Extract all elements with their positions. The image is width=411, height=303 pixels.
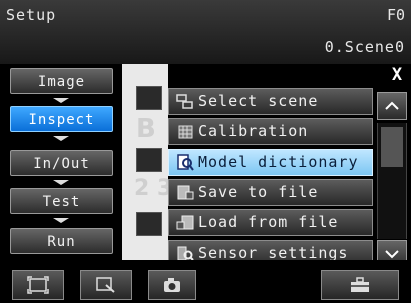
nav-run-button[interactable]: Run: [10, 228, 113, 254]
nav-inspect-button[interactable]: Inspect: [10, 106, 113, 132]
screen-title: Setup: [6, 6, 57, 24]
menu-item-label: Select scene: [198, 92, 319, 110]
toolbox-icon: [351, 277, 369, 292]
calibration-icon: [178, 125, 193, 139]
list-icon[interactable]: [136, 148, 162, 172]
background-label: B: [136, 114, 156, 144]
menu-item-label: Calibration: [198, 122, 309, 140]
camera-icon: [164, 278, 180, 292]
nav-test-button[interactable]: Test: [10, 188, 113, 214]
flow-arrow-icon: [53, 180, 69, 185]
zoom-icon: [96, 277, 115, 293]
menu-item-label: Load from file: [198, 213, 339, 231]
toolbox-button[interactable]: [321, 270, 399, 300]
camera-button[interactable]: [148, 270, 196, 300]
menu-item-label: Save to file: [198, 183, 319, 201]
scroll-up-button[interactable]: [377, 92, 407, 120]
nav-inout-button[interactable]: In/Out: [10, 150, 113, 176]
zoom-button[interactable]: [80, 270, 132, 300]
flow-arrow-icon: [53, 98, 69, 103]
scroll-thumb[interactable]: [381, 127, 403, 167]
chevron-down-icon: [385, 250, 399, 259]
menu-item-model-dictionary[interactable]: Model dictionary: [168, 149, 373, 176]
edit-icon[interactable]: [136, 86, 162, 110]
scroll-track[interactable]: [377, 123, 407, 239]
menu-item-calibration[interactable]: Calibration: [168, 118, 373, 145]
top-bar: Setup F0 0.Scene0: [0, 0, 411, 64]
menu-item-save-to-file[interactable]: Save to file: [168, 179, 373, 206]
mode-indicator: F0: [386, 6, 405, 24]
flow-arrow-icon: [53, 218, 69, 223]
load-file-icon: [176, 215, 194, 230]
popup-header: X: [168, 64, 411, 86]
frame-button[interactable]: [12, 270, 64, 300]
select-scene-icon: [176, 94, 193, 109]
flow-arrow-icon: [53, 136, 69, 141]
scene-menu-popup: X Select scene Calibration Model diction…: [168, 64, 411, 268]
menu-item-load-from-file[interactable]: Load from file: [168, 209, 373, 236]
background-numbers: 2 3: [134, 176, 173, 201]
menu-item-select-scene[interactable]: Select scene: [168, 88, 373, 115]
scene-indicator: 0.Scene0: [324, 38, 405, 56]
save-file-icon: [177, 185, 194, 200]
copy-icon[interactable]: [136, 212, 162, 236]
nav-image-button[interactable]: Image: [10, 68, 113, 94]
model-dictionary-icon: [177, 154, 194, 171]
close-button[interactable]: X: [388, 66, 406, 84]
chevron-up-icon: [385, 101, 399, 110]
nav-panel: Image Inspect In/Out Test Run: [0, 64, 122, 260]
bottom-toolbar: [0, 260, 411, 303]
frame-icon: [27, 276, 49, 294]
menu-item-label: Model dictionary: [198, 153, 359, 171]
